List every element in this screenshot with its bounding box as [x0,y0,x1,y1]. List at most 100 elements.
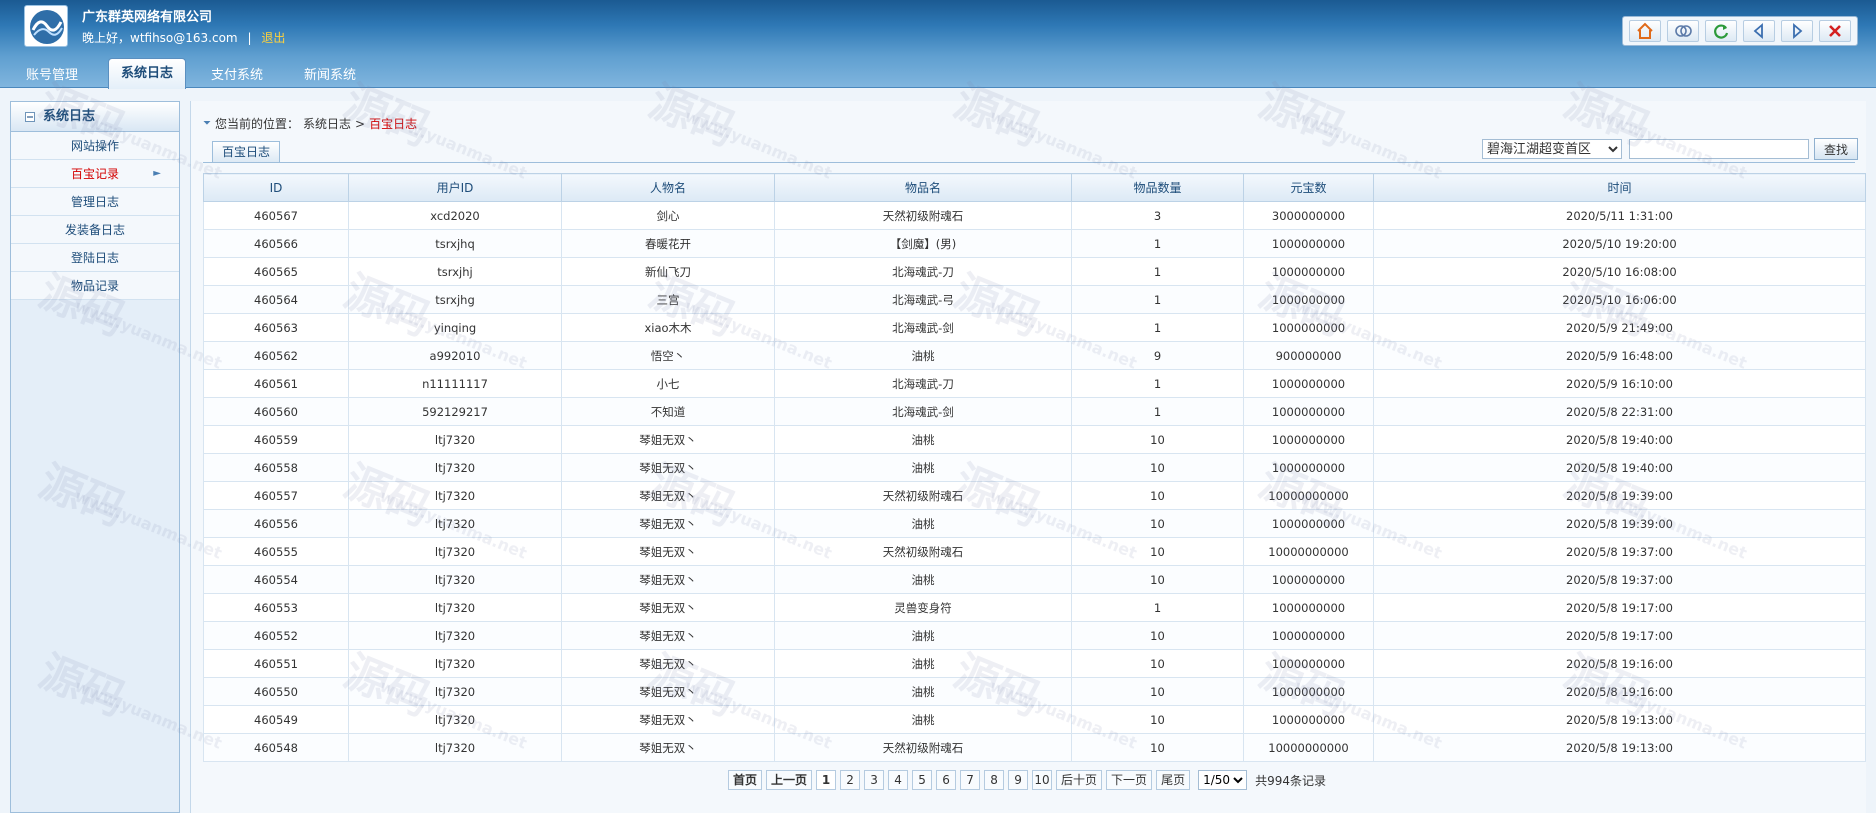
page-4-button[interactable]: 4 [888,770,909,790]
cell-user-id: ltj7320 [348,677,562,706]
column-header-yuanbao[interactable]: 元宝数 [1243,173,1374,202]
search-input[interactable] [1629,139,1809,159]
table-row[interactable]: 460554 ltj7320 琴姐无双丶 油桃 10 1000000000 2020/5/8… [203,565,1866,594]
table-row[interactable]: 460552 ltj7320 琴姐无双丶 油桃 10 1000000000 2020/5/8… [203,621,1866,650]
cell-item: 油桃 [774,677,1072,706]
page-10-button[interactable]: 10 [1032,770,1053,790]
cell-yuanbao: 1000000000 [1243,705,1374,734]
column-header-id[interactable]: ID [203,173,349,202]
sidebar-item-item-log[interactable]: 物品记录 [11,272,179,300]
collapse-icon[interactable] [25,111,35,122]
page-select[interactable]: 1/50 [1198,770,1248,790]
page-1-button[interactable]: 1 [816,770,837,790]
tab-news[interactable]: 新闻系统 [292,64,368,88]
sidebar-item-site-ops[interactable]: 网站操作 [11,132,179,160]
table-row[interactable]: 460548 ltj7320 琴姐无双丶 天然初级附魂石 10 10000000000 20… [203,733,1866,762]
table-row[interactable]: 460560 592129217 不知道 北海魂武-剑 1 1000000000 2020/… [203,397,1866,426]
cell-user-id: 592129217 [348,397,562,426]
tab-treasure-log[interactable]: 百宝日志 [212,141,281,163]
column-header-user-id[interactable]: 用户ID [348,173,562,202]
table-row[interactable]: 460550 ltj7320 琴姐无双丶 油桃 10 1000000000 2020/5/8… [203,677,1866,706]
column-header-character[interactable]: 人物名 [561,173,775,202]
refresh-window-icon [1675,25,1692,37]
cell-time: 2020/5/8 19:16:00 [1373,649,1866,678]
breadcrumb-section[interactable]: 系统日志 [303,115,351,132]
page-6-button[interactable]: 6 [936,770,957,790]
table-row[interactable]: 460556 ltj7320 琴姐无双丶 油桃 10 1000000000 2020/5/8… [203,509,1866,538]
table-row[interactable]: 460549 ltj7320 琴姐无双丶 油桃 10 1000000000 2020/5/8… [203,705,1866,734]
table-row[interactable]: 460564 tsrxjhg 三宫 北海魂武-弓 1 1000000000 2020/5/1… [203,285,1866,314]
cell-character: 琴姐无双丶 [561,537,775,566]
cell-yuanbao: 1000000000 [1243,369,1374,398]
table-row[interactable]: 460562 a992010 悟空丶 油桃 9 900000000 2020/5/9 16:… [203,341,1866,370]
refresh-window-button[interactable] [1667,20,1699,42]
cell-item: 天然初级附魂石 [774,733,1072,762]
cell-quantity: 10 [1071,453,1244,482]
page-9-button[interactable]: 9 [1008,770,1029,790]
table-row[interactable]: 460565 tsrxjhj 新仙飞刀 北海魂武-刀 1 1000000000 2020/5… [203,257,1866,286]
first-page-button[interactable]: 首页 [728,770,763,790]
page-5-button[interactable]: 5 [912,770,933,790]
forward-button[interactable] [1781,20,1813,42]
sidebar-header[interactable]: 系统日志 [11,102,179,132]
close-button[interactable] [1819,20,1851,42]
cell-quantity: 10 [1071,621,1244,650]
reload-button[interactable] [1705,20,1737,42]
cell-time: 2020/5/8 19:17:00 [1373,593,1866,622]
cell-character: 琴姐无双丶 [561,565,775,594]
cell-yuanbao: 1000000000 [1243,229,1374,258]
cell-id: 460560 [203,397,349,426]
prev-page-button[interactable]: 上一页 [766,770,813,790]
cell-quantity: 10 [1071,705,1244,734]
page-8-button[interactable]: 8 [984,770,1005,790]
table-row[interactable]: 460557 ltj7320 琴姐无双丶 天然初级附魂石 10 10000000000 20… [203,481,1866,510]
table-row[interactable]: 460551 ltj7320 琴姐无双丶 油桃 10 1000000000 2020/5/8… [203,649,1866,678]
tab-account[interactable]: 账号管理 [14,64,90,88]
cell-id: 460566 [203,229,349,258]
tab-system-log[interactable]: 系统日志 [108,58,187,89]
column-header-item[interactable]: 物品名 [774,173,1072,202]
sidebar-item-treasure-log[interactable]: 百宝记录 ► [11,160,179,188]
cell-quantity: 10 [1071,677,1244,706]
cell-yuanbao: 1000000000 [1243,313,1374,342]
cell-yuanbao: 1000000000 [1243,621,1374,650]
tab-payment[interactable]: 支付系统 [199,64,275,88]
column-header-quantity[interactable]: 物品数量 [1071,173,1244,202]
server-select[interactable]: 碧海江湖超变首区 [1482,139,1622,159]
column-header-time[interactable]: 时间 [1373,173,1866,202]
sidebar-item-login-log[interactable]: 登陆日志 [11,244,179,272]
sidebar-item-equip-log[interactable]: 发装备日志 [11,216,179,244]
home-button[interactable] [1629,20,1661,42]
page-3-button[interactable]: 3 [864,770,885,790]
pagination: 首页 上一页 1 2 3 4 5 6 7 8 9 10 后十页 下一页 尾页 1/50 共994条… [728,770,1326,790]
table-row[interactable]: 460561 n11111117 小七 北海魂武-刀 1 1000000000 2020/5… [203,369,1866,398]
close-icon [1829,25,1841,37]
search-button[interactable]: 查找 [1814,138,1858,160]
company-logo [24,5,68,47]
cell-id: 460554 [203,565,349,594]
table-row[interactable]: 460566 tsrxjhq 春暖花开 【剑魔】(男) 1 1000000000 2020/… [203,229,1866,258]
breadcrumb-prefix: 您当前的位置： [215,117,300,131]
cell-id: 460558 [203,453,349,482]
table-row[interactable]: 460563 yinqing xiao木木 北海魂武-剑 1 1000000000 2020… [203,313,1866,342]
cell-yuanbao: 1000000000 [1243,425,1374,454]
table-row[interactable]: 460553 ltj7320 琴姐无双丶 灵兽变身符 1 1000000000 2020/5… [203,593,1866,622]
page-7-button[interactable]: 7 [960,770,981,790]
table-row[interactable]: 460567 xcd2020 剑心 天然初级附魂石 3 3000000000 2020/5/… [203,201,1866,230]
table-row[interactable]: 460558 ltj7320 琴姐无双丶 油桃 10 1000000000 2020/5/8… [203,453,1866,482]
page-2-button[interactable]: 2 [840,770,861,790]
next-ten-button[interactable]: 后十页 [1056,770,1103,790]
cell-id: 460557 [203,481,349,510]
sidebar-item-admin-log[interactable]: 管理日志 [11,188,179,216]
cell-quantity: 10 [1071,733,1244,762]
logout-link[interactable]: 退出 [261,31,285,45]
table-row[interactable]: 460555 ltj7320 琴姐无双丶 天然初级附魂石 10 10000000000 20… [203,537,1866,566]
cell-quantity: 9 [1071,341,1244,370]
cell-item: 【剑魔】(男) [774,229,1072,258]
last-page-button[interactable]: 尾页 [1156,770,1191,790]
cell-item: 北海魂武-剑 [774,313,1072,342]
back-button[interactable] [1743,20,1775,42]
cell-user-id: a992010 [348,341,562,370]
next-page-button[interactable]: 下一页 [1106,770,1153,790]
table-row[interactable]: 460559 ltj7320 琴姐无双丶 油桃 10 1000000000 2020/5/8… [203,425,1866,454]
